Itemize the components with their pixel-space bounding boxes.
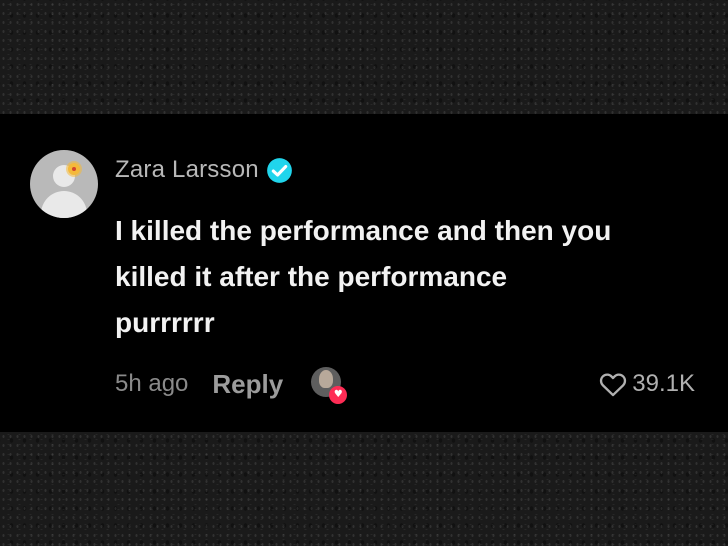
heart-outline-icon <box>600 373 627 397</box>
comment-text-line: killed it after the performance <box>115 261 508 292</box>
verified-check-icon <box>266 157 292 183</box>
comment-header: Zara Larsson <box>115 152 293 188</box>
flower-icon <box>68 163 80 175</box>
like-count: 39.1K <box>632 370 695 397</box>
comment-text-line: I killed the performance and then you <box>115 215 612 246</box>
avatar[interactable] <box>30 150 98 218</box>
background-texture-top <box>0 0 728 114</box>
comment-meta: 5h ago Reply ♥ 39.1K <box>115 364 695 404</box>
creator-liked-badge: ♥ <box>309 365 348 404</box>
username[interactable]: Zara Larsson <box>115 156 259 184</box>
like-button[interactable]: 39.1K <box>599 370 695 398</box>
timestamp: 5h ago <box>115 370 189 397</box>
avatar-body <box>41 191 87 218</box>
reply-button[interactable]: Reply <box>212 369 283 400</box>
background-texture-bottom <box>0 432 728 546</box>
heart-badge-icon: ♥ <box>329 386 348 404</box>
comment-text-line: purrrrrr <box>115 307 215 338</box>
comment-text: I killed the performance and then you ki… <box>115 208 705 346</box>
